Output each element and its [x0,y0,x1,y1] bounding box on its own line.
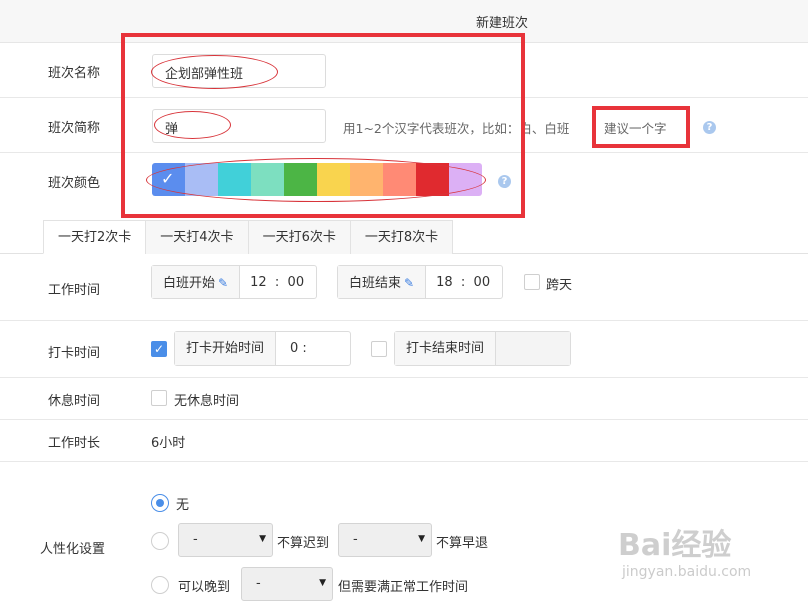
color-label: 班次颜色 [48,176,101,191]
watermark-url: jingyan.baidu.com [622,564,752,580]
annotation-ellipse [151,55,278,89]
flex-pre-label: 可以晚到 [178,580,231,595]
not-early-label: 不算早退 [436,536,489,551]
hour[interactable]: 18 [436,275,453,290]
time-sep: : [274,275,280,290]
no-rest-checkbox[interactable] [151,390,167,406]
punch-start-group[interactable]: 打卡开始时间 0 : [174,331,351,366]
punch-end-value[interactable] [496,332,570,365]
divider [0,320,808,321]
caret-down-icon: ▼ [418,534,425,544]
punch-end-label: 打卡结束时间 [395,332,497,365]
divider [0,419,808,420]
humanize-label: 人性化设置 [40,542,106,557]
work-start-text: 白班开始 [163,276,216,291]
punch-end-group[interactable]: 打卡结束时间 [394,331,571,366]
select-value: - [353,532,358,547]
dialog-title: 新建班次 [476,16,529,31]
help-icon[interactable]: ? [703,121,716,134]
humanize-none-label: 无 [176,498,190,513]
humanize-radio-flex[interactable] [151,576,169,594]
annotation-box-hint [592,106,690,148]
tab-2[interactable]: 一天打4次卡 [145,220,249,254]
divider [0,461,808,462]
duration-value: 6小时 [151,436,186,451]
annotation-ellipse [146,158,486,202]
hour[interactable]: 12 [250,275,267,290]
punch-start-label: 打卡开始时间 [175,332,277,365]
tab-bar: 一天打2次卡 一天打4次卡 一天打6次卡 一天打8次卡 [43,220,454,254]
annotation-ellipse [154,111,231,139]
work-start-label[interactable]: 白班开始 ✎ [152,266,241,298]
tab-3[interactable]: 一天打6次卡 [247,220,351,254]
late-minutes-select[interactable]: - ▼ [178,523,273,557]
punch-time-label: 打卡时间 [48,346,101,361]
work-time-label: 工作时间 [48,283,101,298]
work-start-time[interactable]: 12 : 00 [240,266,314,298]
select-value: - [193,532,198,547]
humanize-radio-late[interactable] [151,532,169,550]
minute[interactable]: 00 [288,275,305,290]
pencil-icon[interactable]: ✎ [218,276,228,290]
tab-1[interactable]: 一天打2次卡 [43,220,147,254]
minute[interactable]: 00 [474,275,491,290]
watermark-logo: Bai经验 [618,528,732,563]
punch-end-checkbox[interactable] [371,341,387,357]
work-end-time[interactable]: 18 : 00 [426,266,500,298]
caret-down-icon: ▼ [259,534,266,544]
work-end-group[interactable]: 白班结束 ✎ 18 : 00 [337,265,503,299]
flex-post-label: 但需要满正常工作时间 [338,580,469,595]
caret-down-icon: ▼ [319,578,326,588]
work-end-label[interactable]: 白班结束 ✎ [338,266,427,298]
flex-minutes-select[interactable]: - ▼ [241,567,333,601]
work-end-text: 白班结束 [349,276,402,291]
pencil-icon[interactable]: ✎ [404,276,414,290]
watermark: Bai经验 jingyan.baidu.com [618,520,804,586]
no-rest-label: 无休息时间 [174,394,240,409]
divider [0,377,808,378]
early-minutes-select[interactable]: - ▼ [338,523,432,557]
cross-day-label: 跨天 [546,278,573,293]
cross-day-checkbox[interactable] [524,274,540,290]
punch-start-checkbox[interactable]: ✓ [151,341,167,357]
select-value: - [256,576,261,591]
humanize-radio-none[interactable] [151,494,169,512]
duration-label: 工作时长 [48,436,101,451]
time-sep: : [460,275,466,290]
short-label: 班次简称 [48,121,101,136]
work-start-group[interactable]: 白班开始 ✎ 12 : 00 [151,265,317,299]
name-label: 班次名称 [48,66,101,81]
tab-4[interactable]: 一天打8次卡 [349,220,454,254]
not-late-label: 不算迟到 [277,536,330,551]
punch-start-value[interactable]: 0 : [276,332,317,365]
rest-time-label: 休息时间 [48,394,101,409]
